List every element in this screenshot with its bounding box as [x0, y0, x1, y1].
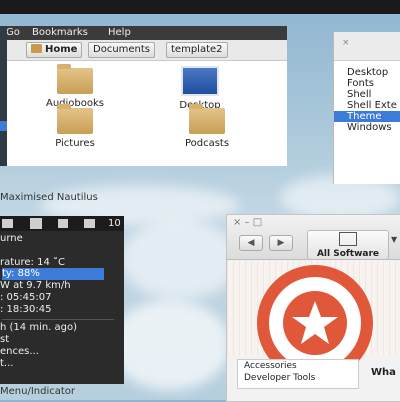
prefs-list: Desktop Fonts Shell Shell Exte Theme Win… [334, 67, 400, 133]
star-icon [292, 301, 338, 344]
indicator-bar: 10 [0, 216, 124, 231]
breadcrumb: Home Documents template2 [0, 40, 287, 61]
clock[interactable]: 10 [108, 218, 121, 229]
weather-refresh[interactable]: h (14 min. ago) [0, 322, 124, 334]
nautilus-window: Go Bookmarks Help Home Documents templat… [0, 26, 287, 166]
top-panel [0, 0, 400, 14]
file-item-podcasts[interactable]: Podcasts [167, 104, 247, 149]
category-developer-tools[interactable]: Developer Tools [238, 372, 358, 384]
preferences-window: × Desktop Fonts Shell Shell Exte Theme W… [333, 32, 400, 184]
network-icon[interactable] [30, 218, 42, 229]
prefs-item-fonts[interactable]: Fonts [334, 78, 400, 89]
all-software-button[interactable]: All Software [307, 230, 389, 260]
menu-item-forecast[interactable]: st [0, 334, 124, 346]
menu-item-preferences[interactable]: ences... [0, 346, 124, 358]
file-label: Pictures [55, 138, 95, 149]
box-icon [339, 232, 357, 246]
menu-go[interactable]: Go [6, 27, 20, 38]
menu-help[interactable]: Help [108, 27, 131, 38]
toolbar: × – □ ◀ ▶ All Software ▼ [227, 215, 400, 260]
back-button[interactable]: ◀ [239, 235, 263, 251]
divider [2, 319, 114, 320]
chevron-down-icon[interactable]: ▼ [391, 235, 397, 244]
menu-bookmarks[interactable]: Bookmarks [32, 27, 88, 38]
window-header: × [334, 32, 400, 61]
crumb-documents[interactable]: Documents [88, 42, 156, 58]
sidebar-strip [0, 26, 7, 166]
prefs-item-shell-extensions[interactable]: Shell Exte [334, 100, 400, 111]
software-center-window: × – □ ◀ ▶ All Software ▼ Accessories Dev… [226, 214, 400, 402]
section-heading: Wha [371, 367, 396, 378]
weather-sunset: : 18:30:45 [0, 304, 52, 315]
prefs-item-desktop[interactable]: Desktop [334, 67, 400, 78]
folder-icon [57, 64, 93, 94]
caption-indicator: Menu/Indicator [0, 386, 76, 397]
logo-center [283, 291, 347, 355]
folder-icon [57, 104, 93, 134]
crumb-home-label: Home [45, 44, 78, 55]
menubar: Go Bookmarks Help [0, 26, 287, 40]
category-list: Accessories Developer Tools [237, 359, 359, 389]
home-folder-icon [31, 44, 42, 53]
all-software-label: All Software [316, 249, 380, 259]
prefs-item-theme[interactable]: Theme [334, 111, 400, 122]
cloud [110, 300, 230, 390]
weather-location[interactable]: urne [0, 233, 124, 245]
forward-button[interactable]: ▶ [269, 235, 293, 251]
logo-inner [269, 277, 361, 369]
sidebar-selection [0, 121, 7, 131]
file-item-pictures[interactable]: Pictures [35, 104, 115, 149]
category-accessories[interactable]: Accessories [238, 360, 358, 372]
volume-icon[interactable] [84, 219, 95, 228]
file-label: Podcasts [184, 138, 230, 149]
weather-sunrise: : 05:45:07 [0, 292, 52, 303]
desktop-icon [181, 66, 219, 96]
crumb-home[interactable]: Home [26, 42, 83, 58]
weather-humidity[interactable]: ty: 88% [2, 268, 104, 280]
folder-icon [189, 104, 225, 134]
signal-icon[interactable] [58, 219, 68, 228]
prefs-item-shell[interactable]: Shell [334, 89, 400, 100]
menu-item-about[interactable]: t... [0, 358, 124, 370]
mail-icon[interactable] [2, 219, 13, 228]
weather-wind: W at 9.7 km/h [0, 280, 71, 291]
prefs-item-windows[interactable]: Windows [334, 122, 400, 133]
window-controls[interactable]: × – □ [233, 217, 262, 228]
indicator-menu: 10 urne rature: 14 ˚C ty: 88% W at 9.7 k… [0, 216, 124, 384]
cloud [120, 220, 240, 300]
file-item-audiobooks[interactable]: Audiobooks [35, 64, 115, 109]
caption-nautilus: Maximised Nautilus [0, 192, 98, 203]
close-icon[interactable]: × [342, 38, 350, 48]
crumb-template2[interactable]: template2 [166, 42, 228, 58]
